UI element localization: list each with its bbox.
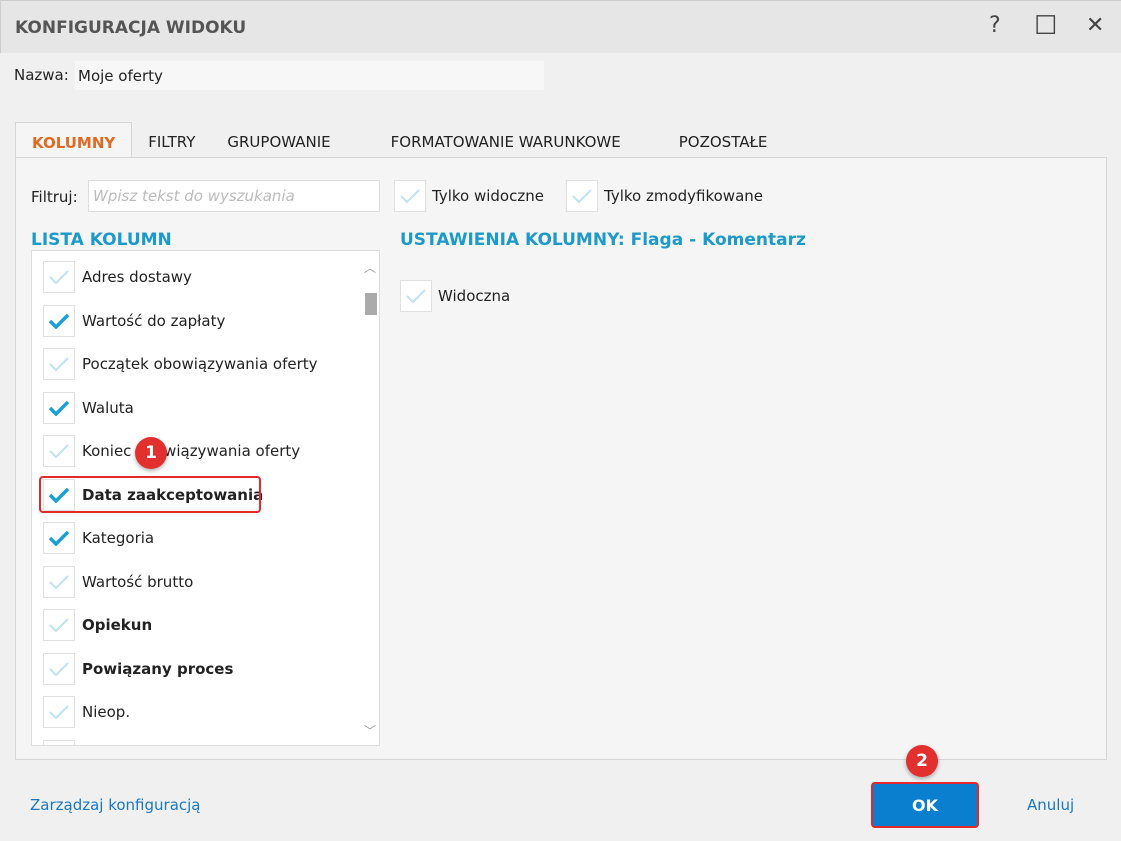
column-label: Wartość do zapłaty bbox=[82, 311, 226, 330]
column-label: Waluta bbox=[82, 398, 134, 417]
manage-configuration-link[interactable]: Zarządzaj konfiguracją bbox=[30, 796, 201, 814]
check-icon[interactable] bbox=[43, 609, 75, 641]
highlight-box bbox=[39, 476, 261, 513]
check-icon[interactable] bbox=[43, 391, 75, 424]
name-label: Nazwa: bbox=[14, 66, 69, 84]
scroll-down-icon[interactable]: ﹀ bbox=[364, 722, 376, 739]
column-label: Powiązany proces bbox=[82, 659, 234, 678]
column-settings-heading: USTAWIENIA KOLUMNY: Flaga - Komentarz bbox=[400, 230, 806, 250]
title-bar: KONFIGURACJA WIDOKU ? ☐ ✕ bbox=[0, 0, 1121, 53]
check-icon bbox=[400, 280, 432, 312]
column-list-item[interactable]: Wartość brutto bbox=[43, 565, 194, 598]
column-label: Koniec obowiązywania oferty bbox=[82, 442, 301, 460]
visible-checkbox[interactable]: Widoczna bbox=[400, 280, 510, 312]
tab-grupowanie[interactable]: GRUPOWANIE bbox=[211, 122, 374, 158]
tab-bar: KOLUMNY FILTRY GRUPOWANIE FORMATOWANIE W… bbox=[15, 122, 784, 159]
column-list-item[interactable]: Waluta bbox=[43, 391, 134, 424]
close-icon[interactable]: ✕ bbox=[1086, 13, 1104, 38]
column-list-item[interactable]: Wartość do zapłaty bbox=[43, 304, 226, 337]
check-icon bbox=[566, 180, 598, 212]
column-list-item[interactable]: Koniec obowiązywania oferty bbox=[43, 435, 300, 467]
only-visible-checkbox[interactable]: Tylko widoczne bbox=[394, 180, 544, 212]
column-list-item[interactable]: Początek obowiązywania oferty bbox=[43, 348, 318, 380]
scrollbar[interactable]: ︿ ﹀ bbox=[361, 251, 379, 745]
tab-filtry[interactable]: FILTRY bbox=[132, 122, 211, 158]
maximize-icon[interactable]: ☐ bbox=[1034, 11, 1057, 41]
column-list-item[interactable]: Opiekun bbox=[43, 609, 152, 641]
ok-button[interactable]: OK bbox=[871, 782, 979, 828]
check-icon[interactable] bbox=[43, 261, 75, 293]
column-label: Początek obowiązywania oferty bbox=[82, 355, 318, 373]
only-modified-checkbox[interactable]: Tylko zmodyfikowane bbox=[566, 180, 763, 212]
column-label: Kategoria bbox=[82, 529, 155, 547]
check-icon bbox=[394, 180, 426, 212]
column-label: Opiekun bbox=[82, 616, 153, 634]
step-badge-2: 2 bbox=[906, 745, 938, 777]
check-icon[interactable] bbox=[43, 435, 75, 467]
column-label: Adres dostawy bbox=[82, 268, 192, 286]
tab-kolumny[interactable]: KOLUMNY bbox=[15, 122, 133, 159]
tab-formatowanie[interactable]: FORMATOWANIE WARUNKOWE bbox=[375, 122, 663, 158]
only-visible-label: Tylko widoczne bbox=[432, 187, 544, 205]
step-badge-1: 1 bbox=[135, 437, 167, 469]
filter-label: Filtruj: bbox=[31, 188, 78, 206]
scroll-up-icon[interactable]: ︿ bbox=[364, 259, 376, 276]
check-icon[interactable] bbox=[43, 565, 75, 598]
only-modified-label: Tylko zmodyfikowane bbox=[604, 187, 764, 205]
name-input[interactable] bbox=[75, 61, 544, 90]
columns-panel: Filtruj: Tylko widoczne Tylko zmodyfikow… bbox=[15, 157, 1107, 760]
column-list-item[interactable] bbox=[43, 739, 75, 745]
column-list-item[interactable]: Kategoria bbox=[43, 522, 154, 554]
check-icon[interactable] bbox=[43, 348, 75, 380]
check-icon[interactable] bbox=[43, 304, 75, 337]
check-icon[interactable] bbox=[43, 522, 75, 554]
column-label: Nieop. bbox=[82, 703, 131, 721]
checkbox[interactable] bbox=[43, 739, 75, 745]
dialog-title: KONFIGURACJA WIDOKU bbox=[15, 18, 247, 38]
filter-input[interactable] bbox=[88, 180, 380, 212]
cancel-link[interactable]: Anuluj bbox=[1027, 796, 1074, 814]
column-label: Wartość brutto bbox=[82, 572, 194, 591]
check-icon[interactable] bbox=[43, 696, 75, 728]
visible-label: Widoczna bbox=[438, 287, 511, 305]
column-list-heading: LISTA KOLUMN bbox=[31, 230, 172, 250]
column-list-item[interactable]: Nieop. bbox=[43, 696, 130, 728]
tab-pozostale[interactable]: POZOSTAŁE bbox=[663, 122, 784, 158]
check-icon[interactable] bbox=[43, 652, 75, 685]
column-list-item[interactable]: Adres dostawy bbox=[43, 261, 192, 293]
help-icon[interactable]: ? bbox=[989, 13, 1001, 38]
column-list-item[interactable]: Powiązany proces bbox=[43, 652, 234, 685]
scroll-thumb[interactable] bbox=[365, 293, 377, 315]
